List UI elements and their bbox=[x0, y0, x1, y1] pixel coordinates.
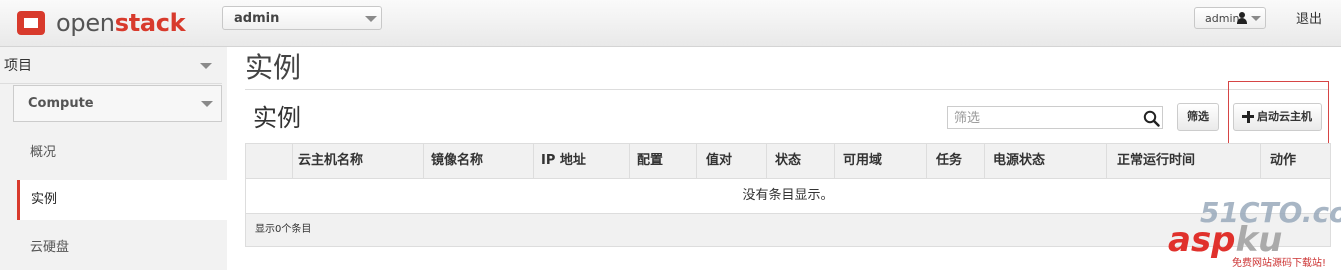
section-title: 实例 bbox=[253, 104, 301, 132]
sidebar-item-instances[interactable]: 实例 bbox=[17, 180, 227, 220]
sidebar-compute-label: Compute bbox=[28, 96, 94, 111]
top-navbar: openstack admin admin 退出 bbox=[0, 0, 1341, 47]
column-header-actions: 动作 bbox=[1270, 153, 1297, 168]
table-empty-message: 没有条目显示。 bbox=[246, 179, 1330, 214]
project-selector-value: admin bbox=[234, 11, 280, 26]
logout-link[interactable]: 退出 bbox=[1296, 8, 1322, 27]
table-header-row: 云主机名称 镜像名称 IP 地址 配置 值对 状态 可用域 任务 电源状态 正常… bbox=[246, 144, 1330, 179]
filter-button[interactable]: 筛选 bbox=[1177, 103, 1219, 131]
project-selector[interactable]: admin bbox=[222, 6, 382, 30]
column-header-instance-name[interactable]: 云主机名称 bbox=[298, 144, 363, 178]
user-menu-label: admin bbox=[1205, 12, 1240, 25]
sidebar-compute-panel[interactable]: Compute bbox=[13, 85, 222, 122]
highlight-annotation-box bbox=[1228, 81, 1329, 144]
chevron-down-icon bbox=[1251, 16, 1261, 21]
chevron-down-icon bbox=[365, 16, 377, 22]
column-header-ip-address[interactable]: IP 地址 bbox=[541, 144, 586, 178]
sidebar-project-header[interactable]: 项目 bbox=[0, 47, 222, 84]
column-header-keypair[interactable]: 值对 bbox=[706, 144, 732, 178]
column-header-power-state[interactable]: 电源状态 bbox=[993, 144, 1045, 178]
column-header-availability-zone[interactable]: 可用域 bbox=[843, 144, 882, 178]
column-header-task[interactable]: 任务 bbox=[936, 144, 962, 178]
page-title: 实例 bbox=[245, 51, 302, 84]
column-header-flavor[interactable]: 配置 bbox=[637, 144, 663, 178]
column-header-image-name[interactable]: 镜像名称 bbox=[431, 144, 483, 178]
user-icon bbox=[1237, 12, 1247, 24]
sidebar: 项目 Compute 概况 实例 云硬盘 bbox=[0, 47, 227, 270]
chevron-down-icon bbox=[200, 63, 212, 69]
user-menu[interactable]: admin bbox=[1194, 7, 1266, 29]
column-header-status[interactable]: 状态 bbox=[775, 144, 801, 178]
filter-field bbox=[947, 106, 1163, 130]
filter-input[interactable] bbox=[948, 107, 1136, 130]
watermark-tagline: 免费网站源码下载站! bbox=[1232, 258, 1327, 269]
sidebar-header-label: 项目 bbox=[4, 58, 32, 74]
openstack-logo[interactable]: openstack bbox=[14, 6, 186, 40]
openstack-logo-icon bbox=[14, 8, 48, 38]
sidebar-item-volumes[interactable]: 云硬盘 bbox=[17, 228, 222, 268]
sidebar-item-overview[interactable]: 概况 bbox=[17, 133, 222, 173]
column-header-uptime[interactable]: 正常运行时间 bbox=[1117, 144, 1195, 178]
chevron-down-icon bbox=[201, 101, 213, 107]
search-icon[interactable] bbox=[1143, 110, 1160, 127]
logo-text: openstack bbox=[56, 9, 186, 37]
title-divider bbox=[245, 89, 1328, 90]
